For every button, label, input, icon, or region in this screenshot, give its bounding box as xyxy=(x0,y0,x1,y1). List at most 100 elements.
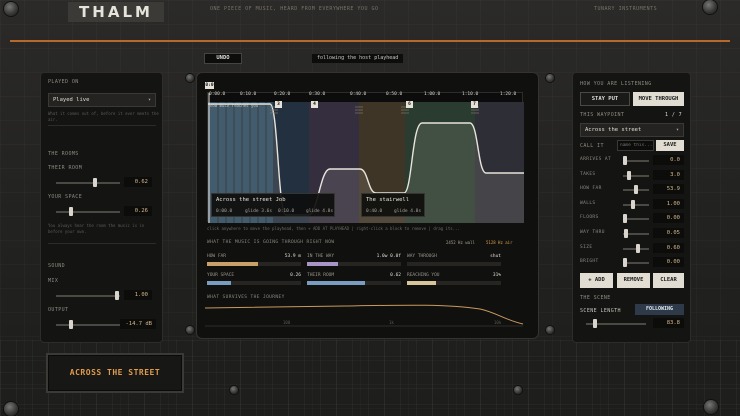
meter-label: YOUR SPACE xyxy=(207,273,235,278)
meter-label: REACHING YOU xyxy=(407,273,440,278)
screw-icon xyxy=(703,0,717,14)
add-button[interactable]: + ADD xyxy=(580,273,613,288)
header-divider xyxy=(10,40,730,42)
screw-icon xyxy=(4,2,18,16)
mix-label: MIX xyxy=(48,278,59,284)
output-value: -14.7 dB xyxy=(120,319,156,329)
param-label: WALLS xyxy=(580,200,596,206)
app-logo: THALM xyxy=(68,2,164,22)
meter-fill xyxy=(207,281,232,285)
param-value: 0.0 xyxy=(653,155,684,165)
meter-fill xyxy=(307,281,366,285)
scene-label: THE SCENE xyxy=(580,295,611,301)
divider xyxy=(48,243,156,244)
waypoint-marker-6[interactable]: 6 xyxy=(406,101,413,108)
meter-fill xyxy=(207,262,258,266)
mix-slider-thumb[interactable] xyxy=(115,291,119,300)
clear-button[interactable]: CLEAR xyxy=(653,273,684,288)
time-tick: 0:10.0 xyxy=(240,92,257,97)
param-value: 53.9 xyxy=(653,184,684,195)
meter-bar xyxy=(407,281,501,285)
meters-title: WHAT THE MUSIC IS GOING THROUGH RIGHT NO… xyxy=(207,240,335,245)
their-room-slider-thumb[interactable] xyxy=(93,178,97,187)
param-slider-thumb[interactable] xyxy=(636,243,641,253)
rooms-label: THE ROOMS xyxy=(48,151,79,157)
your-space-label: YOUR SPACE xyxy=(48,194,83,200)
meter-fill xyxy=(407,281,437,285)
your-space-value: 0.26 xyxy=(124,206,152,216)
param-label: TAKES xyxy=(580,171,596,177)
scene-length-slider-thumb[interactable] xyxy=(593,319,597,328)
app-window: THALM ONE PIECE OF MUSIC, HEARD FROM EVE… xyxy=(0,0,740,416)
time-tick: 0:30.0 xyxy=(309,92,326,97)
param-label: SIZE xyxy=(580,244,593,250)
waypoint-card-glide: glide 4.8s xyxy=(394,209,422,214)
move-through-button[interactable]: MOVE THROUGH xyxy=(633,92,684,106)
mix-value: 1.00 xyxy=(124,290,152,300)
left-panel: PLAYED ON Played live ▾ What it comes ou… xyxy=(40,72,163,343)
remove-button[interactable]: REMOVE xyxy=(617,273,650,288)
waypoint-card[interactable]: Across the street Job 0:00.0 glide 3.6s … xyxy=(211,193,335,217)
meter-bar xyxy=(207,262,301,266)
param-label: BRIGHT xyxy=(580,259,599,265)
output-slider[interactable] xyxy=(56,324,120,326)
screw-icon xyxy=(186,74,194,82)
param-slider-thumb[interactable] xyxy=(627,170,632,180)
scene-length-label: SCENE LENGTH xyxy=(580,308,621,314)
meter-label: THEIR ROOM xyxy=(307,273,335,278)
param-slider[interactable] xyxy=(623,203,649,206)
param-slider-thumb[interactable] xyxy=(623,258,627,268)
their-room-slider[interactable] xyxy=(56,182,120,184)
waypoint-card-title: The stairwell xyxy=(366,197,410,203)
your-space-slider-thumb[interactable] xyxy=(69,207,73,216)
waypoint-marker-7[interactable]: 7 xyxy=(471,101,478,108)
param-slider-thumb[interactable] xyxy=(623,156,627,165)
following-toggle[interactable]: FOLLOWING xyxy=(635,304,684,315)
output-slider-thumb[interactable] xyxy=(69,320,73,329)
param-value: 0.00 xyxy=(653,213,684,224)
played-on-select[interactable]: Played live ▾ xyxy=(48,93,156,107)
meter-fill xyxy=(307,262,339,266)
waypoint-label: THIS WAYPOINT xyxy=(580,112,625,118)
freq-tick: 10k xyxy=(494,320,502,325)
param-slider-thumb[interactable] xyxy=(623,214,627,224)
param-slider-thumb[interactable] xyxy=(630,199,635,209)
meter-label: HOW FAR xyxy=(207,254,226,259)
playhead-handle[interactable]: 0:0 xyxy=(205,82,214,89)
time-tick: 1:20.0 xyxy=(500,92,517,97)
meter-bar xyxy=(407,262,501,266)
scene-length-value: 83.8 xyxy=(653,318,684,328)
their-room-value: 0.62 xyxy=(124,177,152,187)
your-space-slider[interactable] xyxy=(56,211,120,213)
undo-button[interactable]: UNDO xyxy=(204,53,242,64)
param-slider-thumb[interactable] xyxy=(634,185,638,195)
waypoint-select[interactable]: Across the street ▾ xyxy=(580,123,684,137)
waypoint-name-input[interactable] xyxy=(617,140,654,151)
time-tick: 1:00.0 xyxy=(424,92,441,97)
param-value: 0.00 xyxy=(653,257,684,268)
frequency-response-chart xyxy=(205,304,524,327)
waypoint-card[interactable]: The stairwell 0:40.0 glide 4.8s xyxy=(361,193,425,217)
current-waypoint-plate: ACROSS THE STREET xyxy=(46,353,184,393)
param-value: 1.00 xyxy=(653,198,684,209)
param-slider-thumb[interactable] xyxy=(624,229,629,238)
divider xyxy=(48,125,156,126)
save-button[interactable]: SAVE xyxy=(656,140,684,151)
their-room-label: THEIR ROOM xyxy=(48,165,83,171)
screw-icon xyxy=(230,386,238,394)
waypoint-marker-4[interactable]: 4 xyxy=(311,101,318,108)
stay-put-button[interactable]: STAY PUT xyxy=(580,92,630,106)
param-value: 3.0 xyxy=(653,169,684,180)
waypoint-marker-3[interactable]: 3 xyxy=(275,101,282,108)
time-tick: 1:10.0 xyxy=(462,92,479,97)
sound-label: SOUND xyxy=(48,263,66,269)
param-value: 0.05 xyxy=(653,228,684,238)
waypoint-card-title: Across the street Job xyxy=(216,197,286,203)
playhead-status: following the host playhead xyxy=(312,54,404,63)
screw-icon xyxy=(704,400,718,414)
mix-slider[interactable] xyxy=(56,295,120,297)
waypoint-card-glide: glide 4.8s xyxy=(306,209,334,214)
meter-value: 0.62 xyxy=(390,273,401,278)
time-tick: 0:00.0 xyxy=(209,92,226,97)
param-label: HOW FAR xyxy=(580,186,602,192)
